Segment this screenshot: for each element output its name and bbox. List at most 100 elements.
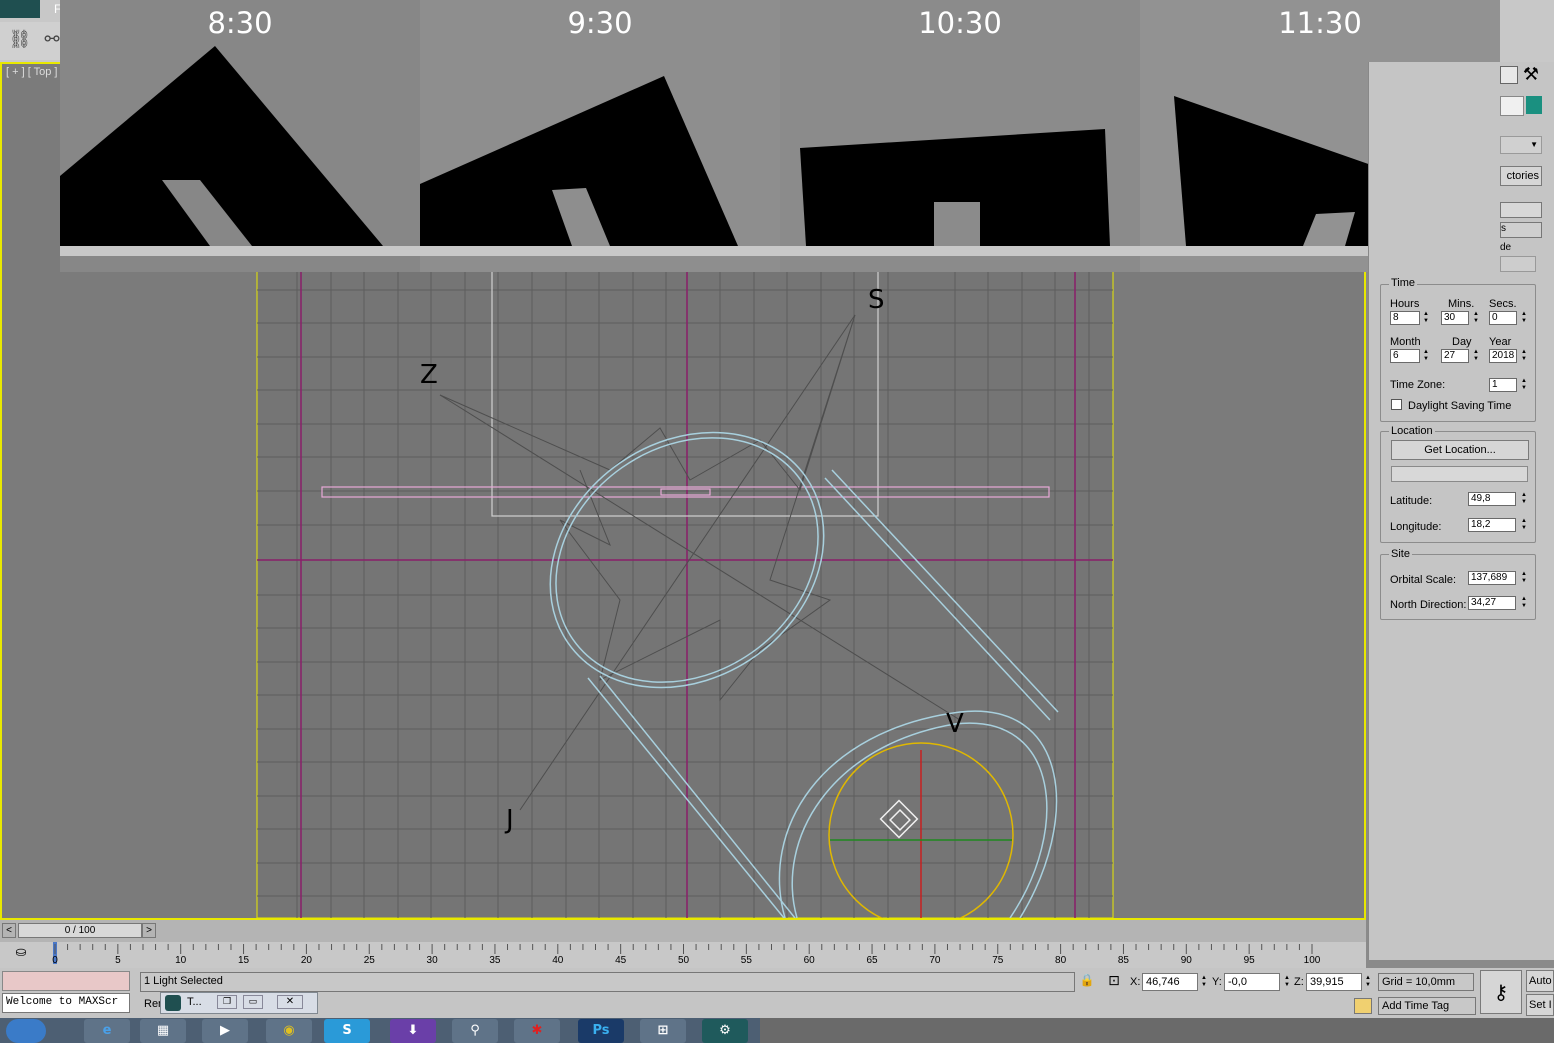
hours-spinner[interactable]: 8 [1390,311,1420,325]
hammer-icon[interactable]: ⚒ [1518,62,1544,88]
timezone-spinner[interactable]: 1 [1489,378,1517,392]
time-slider-thumb[interactable]: 0 / 100 [18,923,142,938]
start-button[interactable] [6,1019,46,1043]
maxscript-listener-input[interactable] [2,971,130,991]
north-spin-arrows[interactable]: ▲ ▼ [1520,596,1528,610]
download-manager-icon[interactable]: ⬇ [390,1019,436,1043]
maxscript-output[interactable]: Welcome to MAXScr [2,993,130,1013]
month-spin-arrows[interactable]: ▲ ▼ [1422,349,1430,363]
shadow-time-label: 11:30 [1278,6,1362,40]
orbital-spin-arrows[interactable]: ▲ ▼ [1520,571,1528,585]
chrome-icon[interactable]: ◉ [266,1019,312,1043]
shadow-time-label: 8:30 [207,6,273,40]
y-spin-arrows[interactable]: ▲ ▼ [1283,975,1291,989]
x-spin-arrows[interactable]: ▲ ▼ [1200,975,1208,989]
3dsmax-icon[interactable]: ⚙ [702,1019,748,1043]
app-logo[interactable] [0,0,40,18]
x-coordinate-field[interactable]: 46,746 [1142,973,1198,991]
z-coordinate-field[interactable]: 39,915 [1306,973,1362,991]
mins-spin-arrows[interactable]: ▲ ▼ [1472,311,1480,325]
location-city-field[interactable] [1391,466,1528,482]
timeline-tick-label: 15 [237,955,250,966]
track-bar-icon[interactable]: ⛀ [10,945,32,963]
month-label: Month [1390,336,1421,348]
timeline-tick-label: 75 [992,955,1004,966]
object-color-swatch[interactable] [1526,96,1542,114]
year-spinner[interactable]: 2018 [1489,349,1517,363]
slider-prev-icon[interactable]: < [2,923,16,938]
lock-icon[interactable]: 🔒 [1078,973,1096,991]
y-label: Y: [1212,976,1222,988]
month-spinner[interactable]: 6 [1390,349,1420,363]
timeline-tick-label: 20 [300,955,312,966]
display-tab-icon[interactable] [1500,66,1518,84]
timeline-tick-label: 90 [1180,955,1192,966]
secs-spin-arrows[interactable]: ▲ ▼ [1520,311,1528,325]
link-icon[interactable]: ⛓ [8,28,32,52]
add-time-tag-button[interactable]: Add Time Tag [1378,997,1476,1015]
orbital-scale-spinner[interactable]: 137,689 [1468,571,1516,585]
rollout-field[interactable] [1500,256,1536,272]
close-icon[interactable]: ✕ [277,995,303,1009]
file-explorer-icon[interactable]: ▦ [140,1019,186,1043]
internet-explorer-icon[interactable]: e [84,1019,130,1043]
viewport-label[interactable]: [ + ] [ Top ] [6,66,57,78]
time-rollout-title: Time [1389,277,1418,289]
get-location-button[interactable]: Get Location... [1391,440,1529,460]
archive-icon[interactable]: ⊞ [640,1019,686,1043]
timeline-tick-label: 40 [552,955,564,966]
time-slider-bar [0,920,1366,942]
mins-spinner[interactable]: 30 [1441,311,1469,325]
paint-icon[interactable]: ✱ [514,1019,560,1043]
object-name-field[interactable] [1500,96,1524,116]
skype-icon[interactable]: S [324,1019,370,1043]
taskbar-background-image [760,1018,1554,1043]
absolute-mode-icon[interactable]: ⊡ [1104,973,1124,991]
timezone-spin-arrows[interactable]: ▲ ▼ [1520,378,1528,392]
longitude-spinner[interactable]: 18,2 [1468,518,1516,532]
network-icon[interactable]: ⚲ [452,1019,498,1043]
day-spin-arrows[interactable]: ▲ ▼ [1472,349,1480,363]
z-spin-arrows[interactable]: ▲ ▼ [1364,975,1372,989]
mins-label: Mins. [1448,298,1475,310]
rollout-bar-s[interactable]: s [1500,222,1542,238]
rollout-bar[interactable] [1500,202,1542,218]
photoshop-icon[interactable]: Ps [578,1019,624,1043]
slider-next-icon[interactable]: > [142,923,156,938]
dst-label: Daylight Saving Time [1408,400,1512,412]
year-label: Year [1489,336,1512,348]
secs-label: Secs. [1489,298,1517,310]
year-spin-arrows[interactable]: ▲ ▼ [1520,349,1528,363]
set-key-icon[interactable]: ⚷ [1480,970,1522,1014]
timeline-tick-label: 5 [115,955,121,966]
timeline-tick-label: 100 [1303,955,1321,966]
shadow-panel-2: 9:30 [420,0,780,272]
north-direction-label: North Direction: [1390,599,1467,611]
set-key-button[interactable]: Set I [1526,994,1554,1016]
auto-key-button[interactable]: Auto [1526,970,1554,992]
north-direction-spinner[interactable]: 34,27 [1468,596,1516,610]
longitude-spin-arrows[interactable]: ▲ ▼ [1520,518,1528,532]
x-label: X: [1130,976,1141,988]
timeline-tick-label: 45 [615,955,627,966]
latitude-spinner[interactable]: 49,8 [1468,492,1516,506]
minimized-window[interactable]: T... ❐ ▭ ✕ [160,992,318,1014]
secs-spinner[interactable]: 0 [1489,311,1517,325]
day-spinner[interactable]: 27 [1441,349,1469,363]
maximize-icon[interactable]: ▭ [243,995,263,1009]
dst-checkbox[interactable] [1391,399,1402,410]
location-rollout-title: Location [1389,425,1435,437]
latitude-spin-arrows[interactable]: ▲ ▼ [1520,492,1528,506]
timeline-tick-label: 25 [363,955,375,966]
timeline-tick-label: 50 [677,955,690,966]
hours-spin-arrows[interactable]: ▲ ▼ [1422,311,1430,325]
media-player-icon[interactable]: ▶ [202,1019,248,1043]
chevron-down-icon: ▼ [1530,140,1538,149]
compass-label-j: J [504,805,514,835]
restore-icon[interactable]: ❐ [217,995,237,1009]
y-coordinate-field[interactable]: -0,0 [1224,973,1280,991]
show-trajectories-button[interactable]: ctories [1500,166,1542,186]
time-tag-icon[interactable] [1354,998,1372,1014]
timeline-tick-label: 80 [1055,955,1067,966]
type-dropdown[interactable]: ▼ [1500,136,1542,154]
